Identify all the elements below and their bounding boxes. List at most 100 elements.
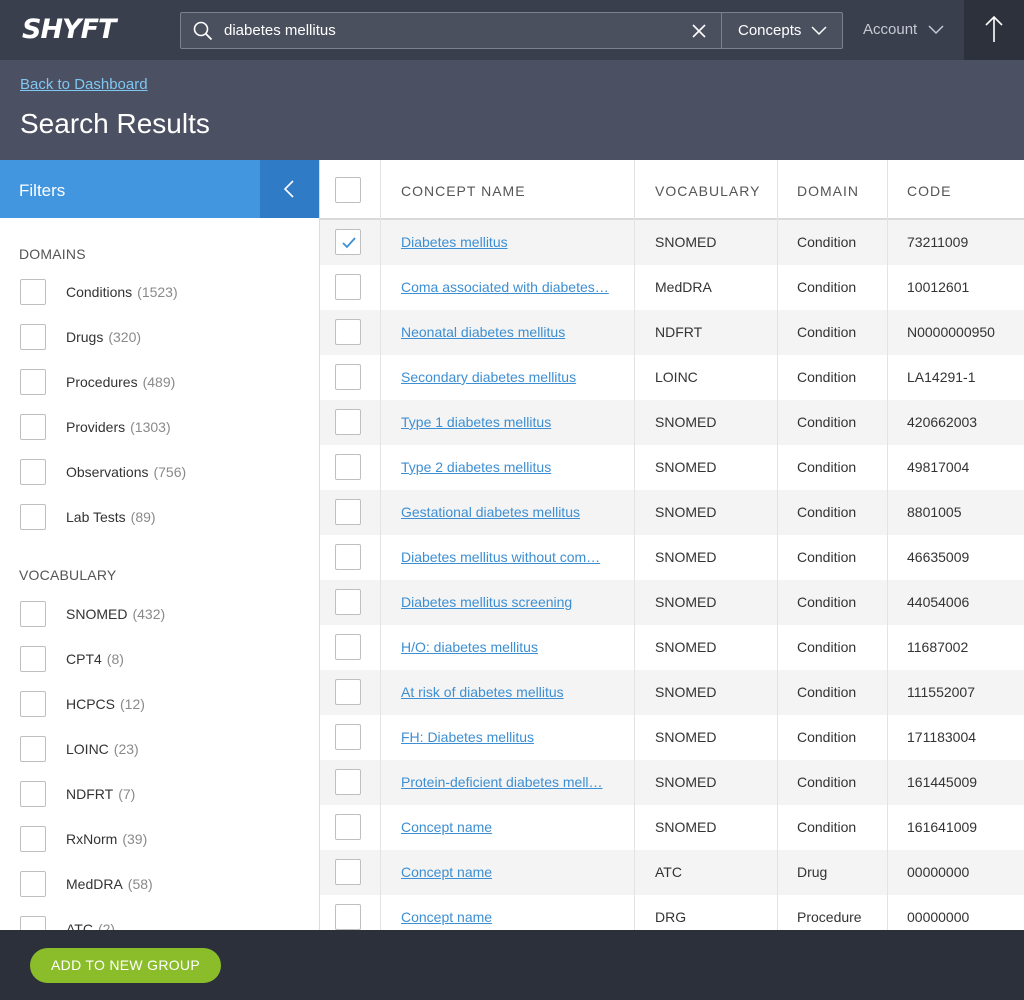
vocabulary-filter-item[interactable]: SNOMED (432): [20, 601, 300, 629]
filter-count: (39): [122, 831, 148, 847]
vocabulary-section-title: VOCABULARY: [19, 567, 117, 583]
vocabulary-cell: LOINC: [655, 369, 698, 385]
domain-cell: Condition: [797, 819, 857, 835]
vocabulary-cell: SNOMED: [655, 234, 717, 250]
filter-checkbox[interactable]: [20, 324, 46, 350]
filter-checkbox[interactable]: [20, 781, 46, 807]
filter-checkbox[interactable]: [20, 414, 46, 440]
top-bar: SHYFT diabetes mellitus Concepts Account: [0, 0, 1024, 60]
concept-name-link[interactable]: Diabetes mellitus without com…: [401, 535, 600, 580]
filter-checkbox[interactable]: [20, 369, 46, 395]
concept-name-link[interactable]: Coma associated with diabetes…: [401, 265, 609, 310]
domain-filter-item[interactable]: Observations (756): [20, 459, 300, 487]
domain-cell: Condition: [797, 639, 857, 655]
arrow-up-icon: [985, 15, 1003, 42]
scroll-top-button[interactable]: [964, 0, 1024, 60]
vocabulary-filter-item[interactable]: CPT4 (8): [20, 646, 300, 674]
add-to-new-group-button[interactable]: ADD TO NEW GROUP: [30, 948, 221, 983]
column-header-concept-name[interactable]: CONCEPT NAME: [401, 160, 526, 218]
search-scope-dropdown[interactable]: Concepts: [722, 13, 843, 48]
concept-name-link[interactable]: Protein-deficient diabetes mell…: [401, 760, 603, 805]
domain-filter-item[interactable]: Providers (1303): [20, 414, 300, 442]
column-header-code[interactable]: CODE: [907, 160, 951, 218]
concept-name-link[interactable]: Gestational diabetes mellitus: [401, 490, 580, 535]
vocabulary-filter-item[interactable]: HCPCS (12): [20, 691, 300, 719]
filter-checkbox[interactable]: [20, 504, 46, 530]
collapse-filters-button[interactable]: [260, 160, 319, 218]
domain-cell: Condition: [797, 279, 857, 295]
filter-checkbox[interactable]: [20, 871, 46, 897]
filter-checkbox[interactable]: [20, 459, 46, 485]
row-checkbox[interactable]: [335, 679, 361, 705]
row-checkbox[interactable]: [335, 544, 361, 570]
shyft-logo[interactable]: SHYFT: [22, 14, 116, 46]
column-header-vocabulary[interactable]: VOCABULARY: [655, 160, 760, 218]
search-input[interactable]: diabetes mellitus: [224, 13, 336, 48]
vocabulary-filter-item[interactable]: NDFRT (7): [20, 781, 300, 809]
page-header: Back to Dashboard Search Results: [0, 60, 1024, 160]
row-checkbox[interactable]: [335, 904, 361, 930]
row-checkbox[interactable]: [335, 274, 361, 300]
row-checkbox[interactable]: [335, 589, 361, 615]
table-row: Gestational diabetes mellitus SNOMED Condi…: [320, 490, 1024, 535]
row-checkbox[interactable]: [335, 859, 361, 885]
select-all-checkbox[interactable]: [335, 177, 361, 203]
filter-checkbox[interactable]: [20, 736, 46, 762]
row-checkbox[interactable]: [335, 724, 361, 750]
row-checkbox[interactable]: [335, 769, 361, 795]
concept-name-link[interactable]: Type 1 diabetes mellitus: [401, 400, 551, 445]
code-cell: 46635009: [907, 549, 970, 565]
row-checkbox[interactable]: [335, 499, 361, 525]
concept-name-link[interactable]: Secondary diabetes mellitus: [401, 355, 576, 400]
row-checkbox[interactable]: [335, 634, 361, 660]
row-checkbox[interactable]: [335, 814, 361, 840]
table-header: CONCEPT NAME VOCABULARY DOMAIN CODE: [320, 160, 1024, 220]
concept-name-link[interactable]: Concept name: [401, 805, 492, 850]
concept-name-link[interactable]: Concept name: [401, 895, 492, 930]
concept-name-link[interactable]: FH: Diabetes mellitus: [401, 715, 534, 760]
concept-name-link[interactable]: At risk of diabetes mellitus: [401, 670, 564, 715]
back-to-dashboard-link[interactable]: Back to Dashboard: [20, 76, 148, 93]
clear-search-icon[interactable]: [689, 21, 709, 41]
vocabulary-cell: MedDRA: [655, 279, 712, 295]
filter-checkbox[interactable]: [20, 691, 46, 717]
filter-checkbox[interactable]: [20, 601, 46, 627]
vocabulary-filter-item[interactable]: MedDRA (58): [20, 871, 300, 899]
filter-checkbox[interactable]: [20, 279, 46, 305]
account-menu[interactable]: Account: [862, 0, 952, 60]
results-table: CONCEPT NAME VOCABULARY DOMAIN CODE Diab…: [320, 160, 1024, 930]
account-label: Account: [863, 21, 918, 38]
vocabulary-filter-item[interactable]: LOINC (23): [20, 736, 300, 764]
concept-name-link[interactable]: Diabetes mellitus screening: [401, 580, 572, 625]
code-cell: 73211009: [907, 234, 969, 250]
domain-cell: Condition: [797, 774, 857, 790]
filter-checkbox[interactable]: [20, 646, 46, 672]
filter-checkbox[interactable]: [20, 916, 46, 930]
filter-checkbox[interactable]: [20, 826, 46, 852]
concept-name-link[interactable]: Diabetes mellitus: [401, 220, 508, 265]
domain-filter-item[interactable]: Drugs (320): [20, 324, 300, 352]
filters-title: Filters: [19, 181, 66, 200]
domain-filter-item[interactable]: Lab Tests (89): [20, 504, 300, 532]
vocabulary-cell: SNOMED: [655, 639, 717, 655]
row-checkbox[interactable]: [335, 364, 361, 390]
table-row: Diabetes mellitus SNOMED Condition 73211009: [320, 220, 1024, 265]
filter-count: (489): [142, 374, 176, 390]
row-checkbox[interactable]: [335, 229, 361, 255]
vocabulary-filter-item[interactable]: ATC (2): [20, 916, 300, 930]
concept-name-link[interactable]: Concept name: [401, 850, 492, 895]
row-checkbox[interactable]: [335, 409, 361, 435]
concept-name-link[interactable]: H/O: diabetes mellitus: [401, 625, 538, 670]
table-row: Diabetes mellitus without com… SNOMED Cond…: [320, 535, 1024, 580]
column-header-domain[interactable]: DOMAIN: [797, 160, 859, 218]
domain-filter-item[interactable]: Conditions (1523): [20, 279, 300, 307]
vocabulary-filter-item[interactable]: RxNorm (39): [20, 826, 300, 854]
filter-label: Observations (756): [66, 459, 186, 486]
concept-name-link[interactable]: Type 2 diabetes mellitus: [401, 445, 551, 490]
filter-label: SNOMED (432): [66, 601, 165, 628]
concept-name-link[interactable]: Neonatal diabetes mellitus: [401, 310, 565, 355]
domain-filter-item[interactable]: Procedures (489): [20, 369, 300, 397]
row-checkbox[interactable]: [335, 319, 361, 345]
row-checkbox[interactable]: [335, 454, 361, 480]
code-cell: 420662003: [907, 414, 978, 430]
